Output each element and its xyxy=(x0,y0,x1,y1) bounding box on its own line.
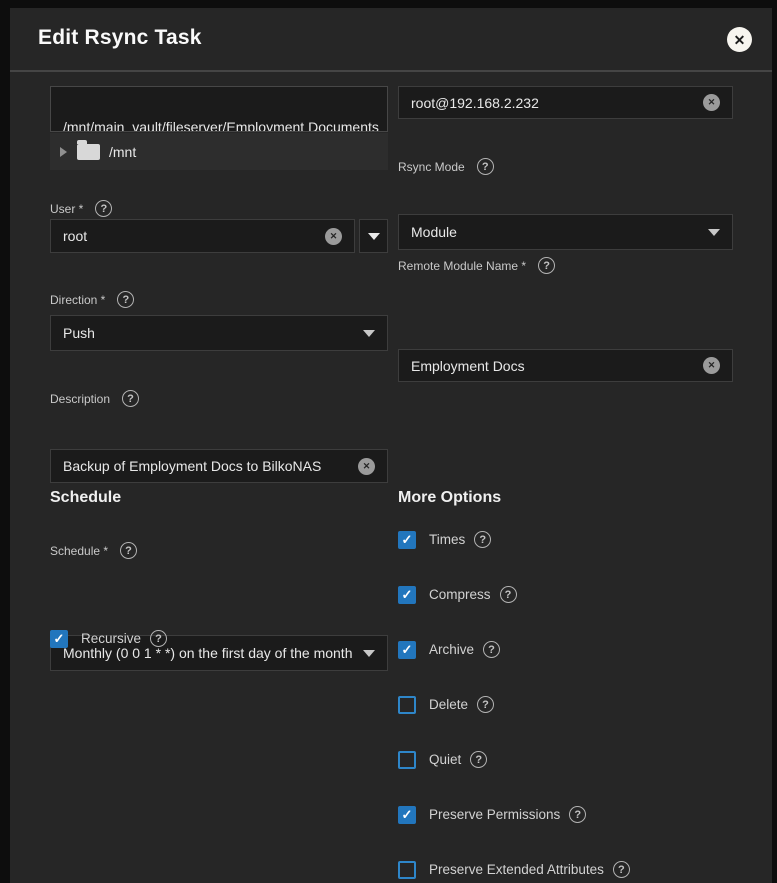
clear-icon[interactable] xyxy=(325,228,342,245)
help-icon[interactable] xyxy=(122,390,139,407)
left-column: /mnt/main_vault/fileserver/Employment Do… xyxy=(40,72,378,883)
path-value: /mnt/main_vault/fileserver/Employment Do… xyxy=(63,119,379,132)
close-button[interactable]: ✕ xyxy=(727,27,752,52)
chevron-down-icon xyxy=(363,650,375,657)
clear-icon[interactable] xyxy=(703,94,720,111)
help-icon[interactable] xyxy=(477,696,494,713)
direction-label: Direction * xyxy=(50,293,105,307)
help-icon[interactable] xyxy=(95,200,112,217)
user-dropdown-button[interactable] xyxy=(359,219,388,253)
user-label-row: User * xyxy=(50,200,112,217)
description-input[interactable]: Backup of Employment Docs to BilkoNAS xyxy=(50,449,388,483)
help-icon[interactable] xyxy=(500,586,517,603)
checkbox-row-preserve-permissions[interactable]: Preserve Permissions xyxy=(398,805,586,824)
archive-label: Archive xyxy=(429,642,474,657)
help-icon[interactable] xyxy=(483,641,500,658)
checkbox-row-delete[interactable]: Delete xyxy=(398,695,494,714)
help-icon[interactable] xyxy=(150,630,167,647)
description-value: Backup of Employment Docs to BilkoNAS xyxy=(63,458,350,474)
direction-label-row: Direction * xyxy=(50,291,134,308)
preserve-permissions-label: Preserve Permissions xyxy=(429,807,560,822)
dialog-header: Edit Rsync Task ✕ xyxy=(10,8,772,72)
compress-checkbox[interactable] xyxy=(398,586,416,604)
schedule-section-header: Schedule xyxy=(50,489,121,507)
checkbox-row-quiet[interactable]: Quiet xyxy=(398,750,487,769)
remote-module-label: Remote Module Name * xyxy=(398,259,526,273)
clear-icon[interactable] xyxy=(703,357,720,374)
recursive-checkbox[interactable] xyxy=(50,630,68,648)
preserve-permissions-checkbox[interactable] xyxy=(398,806,416,824)
path-input[interactable]: /mnt/main_vault/fileserver/Employment Do… xyxy=(50,86,388,132)
expand-arrow-icon[interactable] xyxy=(60,147,67,157)
times-label: Times xyxy=(429,532,465,547)
remote-module-label-row: Remote Module Name * xyxy=(398,257,555,274)
more-options-section-header: More Options xyxy=(398,489,501,507)
rsync-mode-value: Module xyxy=(411,224,700,240)
help-icon[interactable] xyxy=(477,158,494,175)
close-icon: ✕ xyxy=(734,33,746,47)
help-icon[interactable] xyxy=(613,861,630,878)
description-label-row: Description xyxy=(50,390,139,407)
user-value: root xyxy=(63,228,317,244)
chevron-down-icon xyxy=(363,330,375,337)
rsync-mode-label-row: Rsync Mode xyxy=(398,158,494,175)
quiet-label: Quiet xyxy=(429,752,461,767)
chevron-down-icon xyxy=(708,229,720,236)
clear-icon[interactable] xyxy=(358,458,375,475)
rsync-mode-select[interactable]: Module xyxy=(398,214,733,250)
schedule-label: Schedule * xyxy=(50,544,108,558)
edit-rsync-task-dialog: Edit Rsync Task ✕ /mnt/main_vault/filese… xyxy=(10,8,772,883)
remote-host-input[interactable]: root@192.168.2.232 xyxy=(398,86,733,119)
remote-host-value: root@192.168.2.232 xyxy=(411,95,695,111)
folder-icon xyxy=(77,144,100,160)
user-label: User * xyxy=(50,202,83,216)
direction-value: Push xyxy=(63,325,355,341)
help-icon[interactable] xyxy=(120,542,137,559)
checkbox-row-archive[interactable]: Archive xyxy=(398,640,500,659)
user-input[interactable]: root xyxy=(50,219,355,253)
description-label: Description xyxy=(50,392,110,406)
right-column: root@192.168.2.232 Rsync Mode Module Rem… xyxy=(398,72,733,883)
help-icon[interactable] xyxy=(117,291,134,308)
tree-node-label: /mnt xyxy=(109,144,136,160)
help-icon[interactable] xyxy=(474,531,491,548)
checkbox-row-times[interactable]: Times xyxy=(398,530,491,549)
rsync-mode-label: Rsync Mode xyxy=(398,160,465,174)
preserve-extended-attributes-checkbox[interactable] xyxy=(398,861,416,879)
chevron-down-icon xyxy=(368,233,380,240)
remote-module-input[interactable]: Employment Docs xyxy=(398,349,733,382)
user-field-row: root xyxy=(50,219,388,253)
schedule-label-row: Schedule * xyxy=(50,542,137,559)
preserve-extended-attributes-label: Preserve Extended Attributes xyxy=(429,862,604,877)
recursive-label: Recursive xyxy=(81,631,141,646)
delete-checkbox[interactable] xyxy=(398,696,416,714)
help-icon[interactable] xyxy=(470,751,487,768)
dialog-title: Edit Rsync Task xyxy=(38,26,202,50)
help-icon[interactable] xyxy=(569,806,586,823)
delete-label: Delete xyxy=(429,697,468,712)
times-checkbox[interactable] xyxy=(398,531,416,549)
tree-node-mnt[interactable]: /mnt xyxy=(50,133,388,170)
archive-checkbox[interactable] xyxy=(398,641,416,659)
direction-select[interactable]: Push xyxy=(50,315,388,351)
checkbox-row-preserve-extended-attributes[interactable]: Preserve Extended Attributes xyxy=(398,860,630,879)
checkbox-row-compress[interactable]: Compress xyxy=(398,585,517,604)
quiet-checkbox[interactable] xyxy=(398,751,416,769)
remote-module-value: Employment Docs xyxy=(411,358,695,374)
checkbox-row-recursive[interactable]: Recursive xyxy=(50,629,167,648)
help-icon[interactable] xyxy=(538,257,555,274)
compress-label: Compress xyxy=(429,587,491,602)
